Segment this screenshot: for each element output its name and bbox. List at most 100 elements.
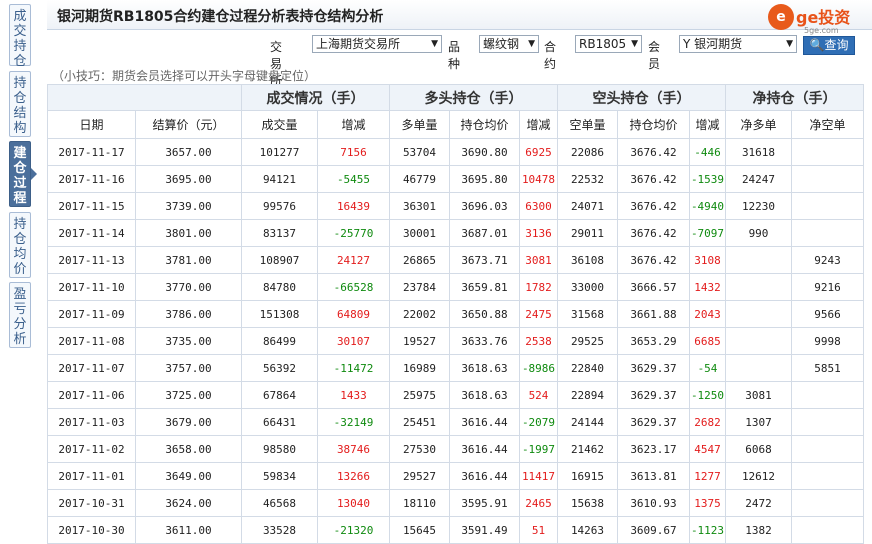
- table-cell: 101277: [241, 138, 318, 166]
- table-cell: 19527: [389, 327, 450, 355]
- brand-logo[interactable]: e ge投资 5ge.com: [768, 4, 868, 35]
- table-cell: 3081: [725, 381, 792, 409]
- query-button[interactable]: 🔍查询: [803, 36, 855, 55]
- member-label: 会员: [648, 40, 661, 71]
- table-cell: 9998: [791, 327, 864, 355]
- table-cell: [791, 462, 864, 490]
- table-cell: 3624.00: [135, 489, 242, 517]
- table-cell: 5851: [791, 354, 864, 382]
- table-row: 2017-11-06 3725.00 67864 1433 25975 3618.63 52…: [47, 381, 864, 409]
- table-cell: -2079: [519, 408, 558, 436]
- table-cell: 3611.00: [135, 516, 242, 544]
- table-cell: [791, 435, 864, 463]
- table-row: 2017-11-08 3735.00 86499 30107 19527 3633.76 2…: [47, 327, 864, 355]
- table-cell: 9216: [791, 273, 864, 301]
- table-cell: [791, 192, 864, 220]
- table-cell: 30001: [389, 219, 450, 247]
- variety-select[interactable]: 螺纹钢 ▼: [479, 35, 539, 53]
- table-cell: 524: [519, 381, 558, 409]
- table-cell: 3618.63: [449, 381, 520, 409]
- table-cell: 29527: [389, 462, 450, 490]
- table-cell: 2472: [725, 489, 792, 517]
- table-cell: 3696.03: [449, 192, 520, 220]
- page-title: 银河期货RB1805合约建仓过程分析表持仓结构分析: [57, 9, 384, 25]
- table-cell: 3616.44: [449, 408, 520, 436]
- table-cell: 2017-11-10: [47, 273, 136, 301]
- table-cell: 4547: [689, 435, 726, 463]
- table-cell: 2017-10-30: [47, 516, 136, 544]
- table-cell: 24144: [557, 408, 618, 436]
- table-cell: 36108: [557, 246, 618, 274]
- table-row: 2017-11-01 3649.00 59834 13266 29527 3616.44 1…: [47, 462, 864, 490]
- contract-select[interactable]: RB1805 ▼: [575, 35, 642, 53]
- table-cell: 1375: [689, 489, 726, 517]
- table-cell: 22532: [557, 165, 618, 193]
- group-header-row: 成交情况（手） 多头持仓（手） 空头持仓（手） 净持仓（手）: [47, 84, 864, 111]
- table-cell: 3770.00: [135, 273, 242, 301]
- table-cell: 26865: [389, 246, 450, 274]
- table-cell: 83137: [241, 219, 318, 247]
- table-cell: [725, 354, 792, 382]
- table-cell: 3633.76: [449, 327, 520, 355]
- table-cell: 2017-10-31: [47, 489, 136, 517]
- table-cell: 12612: [725, 462, 792, 490]
- tab-profit-loss[interactable]: 盈亏分析: [9, 282, 31, 348]
- table-cell: [791, 219, 864, 247]
- table-cell: 990: [725, 219, 792, 247]
- tab-build-process[interactable]: 建仓过程: [9, 141, 37, 207]
- column-header: 日期: [47, 110, 136, 139]
- table-cell: 25451: [389, 408, 450, 436]
- table-cell: 36301: [389, 192, 450, 220]
- tab-trading-positions[interactable]: 成交持仓: [9, 4, 31, 69]
- table-cell: 2538: [519, 327, 558, 355]
- table-cell: 2682: [689, 408, 726, 436]
- column-header: 持仓均价: [617, 110, 690, 139]
- table-cell: 3725.00: [135, 381, 242, 409]
- tab-label: 持仓结构: [13, 76, 27, 136]
- column-header: 净多单: [725, 110, 792, 139]
- tab-position-structure[interactable]: 持仓结构: [9, 71, 31, 137]
- table-cell: 3081: [519, 246, 558, 274]
- column-header: 多单量: [389, 110, 450, 139]
- table-cell: -11472: [317, 354, 390, 382]
- table-cell: 64809: [317, 300, 390, 328]
- table-cell: 3801.00: [135, 219, 242, 247]
- column-header: 成交量: [241, 110, 318, 139]
- table-cell: 25975: [389, 381, 450, 409]
- table-cell: 29011: [557, 219, 618, 247]
- member-value: Y 银河期货: [683, 37, 743, 51]
- chevron-down-icon: ▼: [786, 39, 793, 49]
- chevron-down-icon: ▼: [431, 39, 438, 49]
- tab-average-price[interactable]: 持仓均价: [9, 212, 31, 278]
- table-cell: 151308: [241, 300, 318, 328]
- table-cell: 24247: [725, 165, 792, 193]
- table-cell: 1782: [519, 273, 558, 301]
- table-cell: 10478: [519, 165, 558, 193]
- table-cell: 3136: [519, 219, 558, 247]
- table-cell: 2017-11-13: [47, 246, 136, 274]
- query-label: 查询: [824, 38, 849, 52]
- table-cell: 3666.57: [617, 273, 690, 301]
- table-row: 2017-11-15 3739.00 99576 16439 36301 3696.03 6…: [47, 192, 864, 220]
- table-cell: 3781.00: [135, 246, 242, 274]
- table-body: 2017-11-17 3657.00 101277 7156 53704 3690.80 6…: [47, 138, 864, 544]
- member-select[interactable]: Y 银河期货 ▼: [679, 35, 797, 53]
- table-cell: 24127: [317, 246, 390, 274]
- table-cell: 16989: [389, 354, 450, 382]
- exchange-select[interactable]: 上海期货交易所 ▼: [312, 35, 442, 53]
- table-cell: 3629.37: [617, 408, 690, 436]
- table-cell: 3676.42: [617, 219, 690, 247]
- table-cell: 46779: [389, 165, 450, 193]
- blank-header: [47, 84, 242, 111]
- contract-value: RB1805: [579, 37, 627, 51]
- table-cell: 9566: [791, 300, 864, 328]
- table-cell: 27530: [389, 435, 450, 463]
- table-cell: 3618.63: [449, 354, 520, 382]
- table-row: 2017-11-14 3801.00 83137 -25770 30001 3687.01…: [47, 219, 864, 247]
- table-cell: 3108: [689, 246, 726, 274]
- table-cell: 3735.00: [135, 327, 242, 355]
- table-cell: 3673.71: [449, 246, 520, 274]
- table-cell: 2017-11-15: [47, 192, 136, 220]
- table-row: 2017-11-09 3786.00 151308 64809 22002 3650.88…: [47, 300, 864, 328]
- group-header-net: 净持仓（手）: [725, 84, 864, 111]
